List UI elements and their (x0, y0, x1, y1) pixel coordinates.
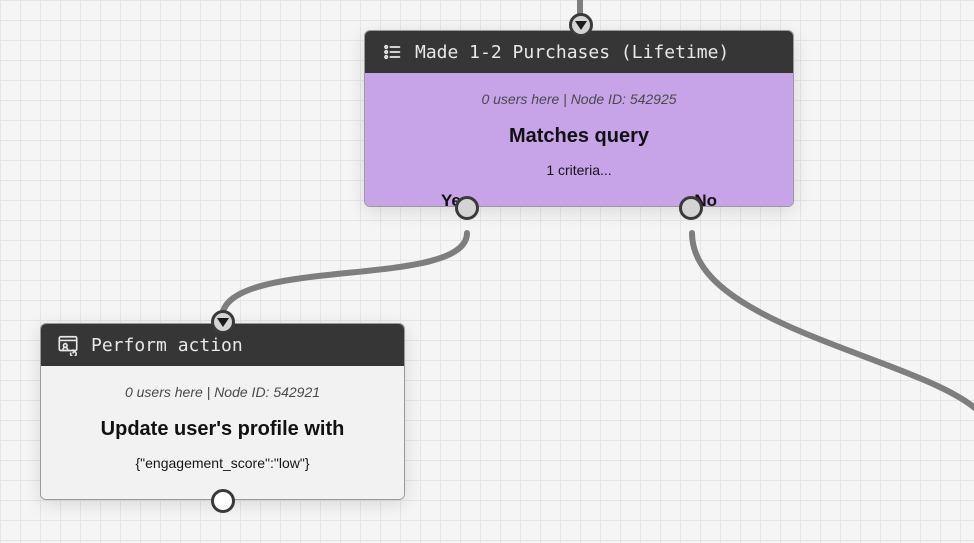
node-main-label: Update user's profile with (61, 418, 384, 441)
node-sub-label: 1 criteria... (385, 162, 773, 178)
port-out-bottom[interactable] (211, 489, 235, 513)
port-in-top[interactable] (211, 310, 235, 334)
node-body[interactable]: 0 users here | Node ID: 542925 Matches q… (365, 73, 793, 206)
node-decision-purchases[interactable]: Made 1-2 Purchases (Lifetime) 0 users he… (364, 30, 794, 207)
port-in-top[interactable] (569, 13, 593, 37)
node-body[interactable]: 0 users here | Node ID: 542921 Update us… (41, 366, 404, 499)
port-out-no[interactable] (679, 196, 703, 220)
node-sub-label: {"engagement_score":"low"} (61, 455, 384, 471)
node-title: Perform action (91, 335, 243, 356)
port-out-yes[interactable] (455, 196, 479, 220)
list-check-icon (381, 41, 403, 63)
node-meta: 0 users here | Node ID: 542921 (61, 384, 384, 400)
node-main-label: Matches query (385, 125, 773, 148)
node-action-perform[interactable]: Perform action 0 users here | Node ID: 5… (40, 323, 405, 500)
node-meta: 0 users here | Node ID: 542925 (385, 91, 773, 107)
node-title: Made 1-2 Purchases (Lifetime) (415, 42, 729, 63)
node-header[interactable]: Made 1-2 Purchases (Lifetime) (365, 31, 793, 73)
action-screen-icon (57, 334, 79, 356)
